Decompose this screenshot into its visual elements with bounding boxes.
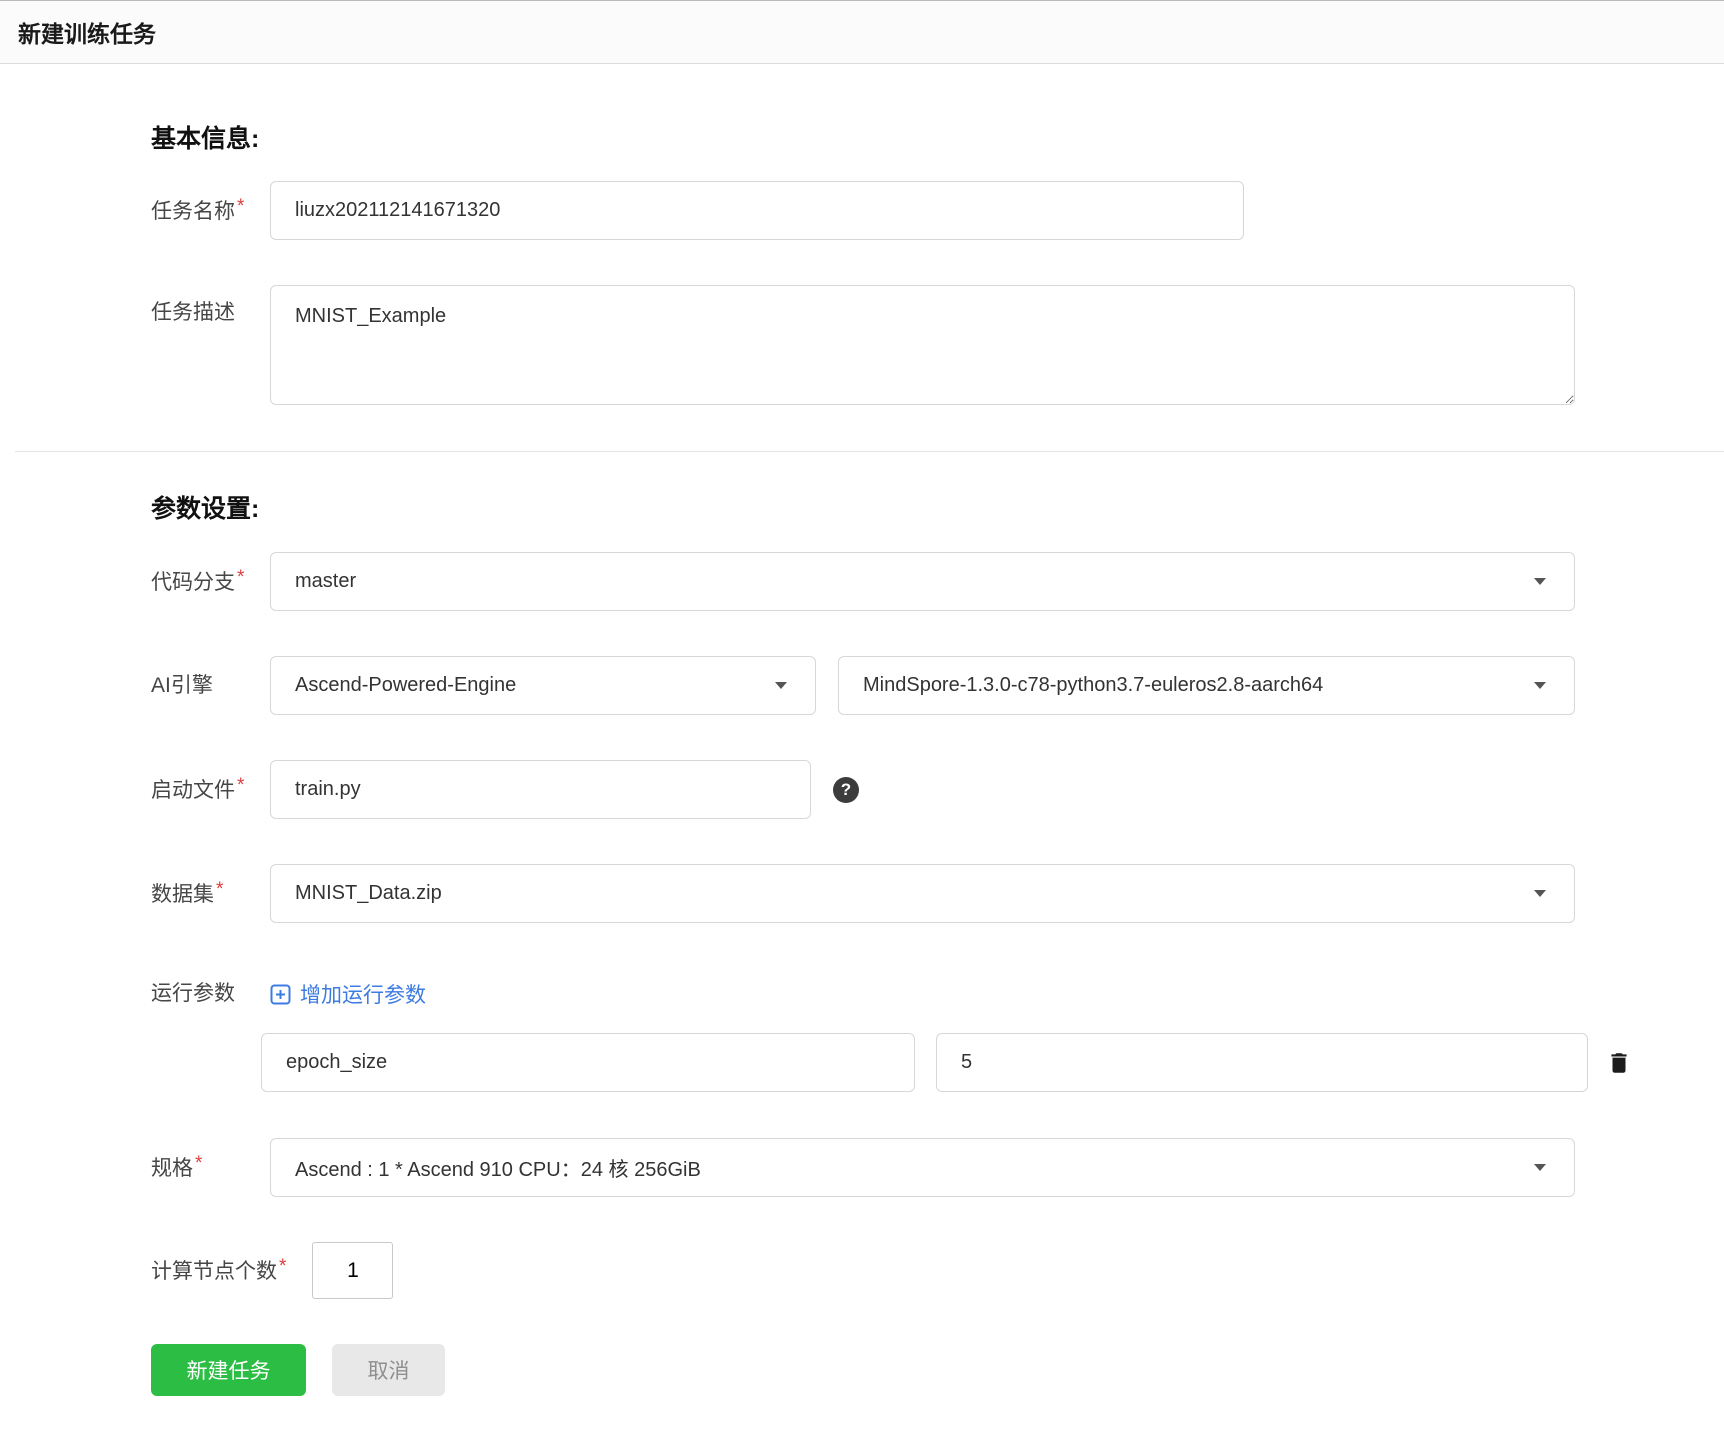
run-param-entry <box>261 1033 1724 1092</box>
ai-engine-label: AI引擎 <box>151 673 213 697</box>
required-asterisk: * <box>237 567 245 589</box>
add-run-param-button[interactable]: 增加运行参数 <box>270 979 426 1009</box>
required-asterisk: * <box>279 1256 287 1278</box>
required-asterisk: * <box>216 879 224 901</box>
boot-file-label: 启动文件 * <box>151 775 245 803</box>
plus-square-icon <box>270 984 291 1004</box>
run-params-label: 运行参数 <box>151 982 235 1006</box>
parameter-settings-section: 参数设置: 代码分支 * master AI引擎 Ascend-Powered-E… <box>0 452 1724 1429</box>
dataset-select[interactable]: MNIST_Data.zip <box>270 864 1575 923</box>
spec-label: 规格 * <box>151 1153 203 1181</box>
chevron-down-icon <box>1534 1164 1546 1171</box>
engine-version-select[interactable]: MindSpore-1.3.0-c78-python3.7-euleros2.8… <box>838 656 1575 715</box>
run-params-row: 运行参数 增加运行参数 <box>151 979 1724 1009</box>
add-run-param-label: 增加运行参数 <box>300 984 426 1007</box>
spec-select[interactable]: Ascend : 1 * Ascend 910 CPU：24 核 256GiB <box>270 1138 1575 1197</box>
boot-file-input[interactable] <box>270 760 811 819</box>
chevron-down-icon <box>1534 890 1546 897</box>
trash-icon <box>1611 1052 1627 1073</box>
dataset-label: 数据集 * <box>151 879 224 907</box>
spec-selected-value: Ascend : 1 * Ascend 910 CPU：24 核 256GiB <box>295 1159 701 1181</box>
node-count-input[interactable] <box>312 1242 394 1299</box>
task-desc-row: 任务描述 <box>151 285 1724 405</box>
ai-engine-select[interactable]: Ascend-Powered-Engine <box>270 656 816 715</box>
task-name-input[interactable] <box>270 181 1244 240</box>
dataset-selected-value: MNIST_Data.zip <box>295 882 442 904</box>
help-icon[interactable]: ? <box>833 776 859 803</box>
ai-engine-selected-value: Ascend-Powered-Engine <box>295 674 517 696</box>
action-buttons: 新建任务 取消 <box>151 1344 1724 1429</box>
chevron-down-icon <box>1534 578 1546 585</box>
code-branch-row: 代码分支 * master <box>151 552 1724 611</box>
ai-engine-row: AI引擎 Ascend-Powered-Engine MindSpore-1.3… <box>151 656 1724 715</box>
task-desc-textarea[interactable] <box>270 285 1575 405</box>
run-param-value-input[interactable] <box>936 1033 1588 1092</box>
spec-row: 规格 * Ascend : 1 * Ascend 910 CPU：24 核 256… <box>151 1138 1724 1197</box>
required-asterisk: * <box>195 1153 203 1175</box>
run-param-name-input[interactable] <box>261 1033 915 1092</box>
node-count-row: 计算节点个数 * <box>151 1242 1724 1299</box>
cancel-button[interactable]: 取消 <box>332 1344 445 1396</box>
parameter-settings-heading: 参数设置: <box>151 495 260 523</box>
code-branch-select[interactable]: master <box>270 552 1575 611</box>
chevron-down-icon <box>775 682 787 689</box>
boot-file-row: 启动文件* ? <box>151 760 1724 819</box>
code-branch-label: 代码分支 * <box>151 567 245 595</box>
node-count-label: 计算节点个数 * <box>151 1256 287 1284</box>
basic-info-heading: 基本信息: <box>151 125 260 153</box>
task-desc-label: 任务描述 <box>151 301 235 324</box>
task-name-label: 任务名称 * <box>151 196 245 224</box>
dataset-row: 数据集 * MNIST_Data.zip <box>151 864 1724 923</box>
task-name-row: 任务名称 * <box>151 181 1724 240</box>
page-title: 新建训练任务 <box>18 21 156 47</box>
chevron-down-icon <box>1534 682 1546 689</box>
code-branch-selected-value: master <box>295 570 357 592</box>
basic-info-section: 基本信息: 任务名称* 任务描述 <box>0 64 1724 405</box>
required-asterisk: * <box>237 196 245 218</box>
engine-version-selected-value: MindSpore-1.3.0-c78-python3.7-euleros2.8… <box>863 674 1324 696</box>
create-task-button[interactable]: 新建任务 <box>151 1344 306 1396</box>
page-header: 新建训练任务 <box>0 0 1724 64</box>
required-asterisk: * <box>237 775 245 797</box>
delete-run-param-button[interactable] <box>1604 1047 1634 1079</box>
